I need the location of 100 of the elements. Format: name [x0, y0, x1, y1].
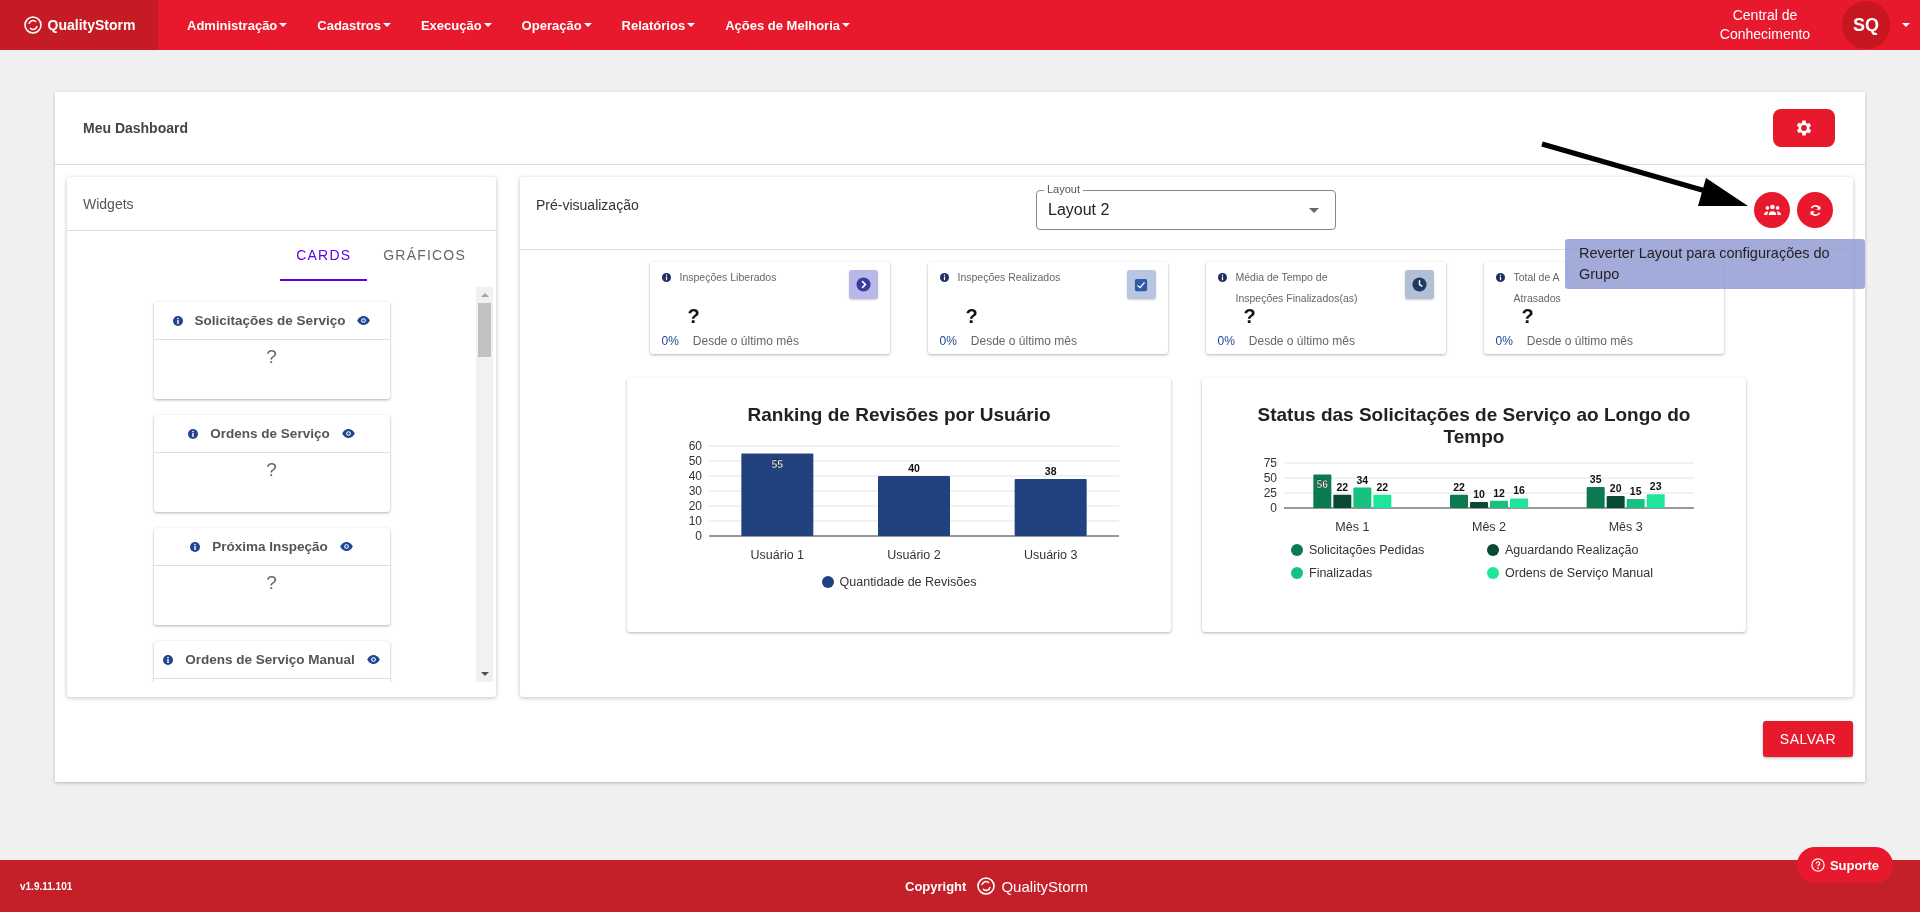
axis-tick: 20: [688, 499, 702, 513]
info-icon: [172, 315, 183, 326]
data-label: 35: [1589, 473, 1602, 485]
menu-item[interactable]: Cadastros: [302, 17, 406, 33]
bar: [878, 476, 950, 536]
panel-title: Widgets: [83, 195, 134, 212]
group-button[interactable]: [1754, 192, 1790, 228]
legend-label: Quantidade de Revisões: [839, 575, 977, 589]
widget-card[interactable]: Ordens de Serviço ?: [153, 415, 390, 512]
save-button[interactable]: SALVAR: [1762, 721, 1853, 757]
user-avatar[interactable]: SQ: [1842, 1, 1890, 49]
info-icon: [188, 428, 199, 439]
help-link[interactable]: Central de Conhecimento: [1710, 6, 1820, 44]
card-title: Inspeções Liberados: [679, 270, 777, 285]
change-percent: 0%: [661, 334, 679, 348]
data-label: 12: [1493, 486, 1505, 499]
eye-icon[interactable]: [341, 429, 355, 438]
menu-item[interactable]: Execução: [405, 17, 507, 33]
legend-label: Solicitações Pedidas: [1309, 543, 1425, 557]
data-label: 56: [1316, 478, 1329, 491]
axis-tick: 30: [688, 484, 702, 498]
version-label: v1.9.11.101: [20, 880, 74, 892]
menu-item[interactable]: Administração: [172, 17, 303, 33]
settings-icon: [1794, 118, 1814, 138]
category-label: Usuário 2: [887, 548, 941, 561]
bar: [1490, 500, 1508, 508]
change-note: Desde o último mês: [692, 334, 799, 348]
card-value: ?: [1243, 306, 1257, 326]
brand-logo[interactable]: QualityStorm: [0, 0, 158, 50]
data-label: 23: [1649, 480, 1662, 493]
data-label: 38: [1044, 465, 1057, 477]
tooltip: Reverter Layout para configurações do Grupo: [1565, 239, 1865, 289]
category-label: Mês 2: [1472, 520, 1506, 533]
info-icon: [661, 273, 671, 282]
menu-item[interactable]: Relatórios: [606, 17, 711, 33]
help-icon: [1810, 858, 1825, 872]
scrollbar[interactable]: [476, 287, 493, 682]
menu-item[interactable]: Ações de Melhoria: [710, 17, 866, 33]
data-label: 15: [1629, 485, 1642, 497]
info-icon: [1217, 273, 1227, 282]
axis-tick: 60: [688, 439, 702, 453]
widget-card[interactable]: Solicitações de Serviço ?: [153, 302, 390, 399]
category-label: Usuário 1: [750, 548, 805, 561]
chart-title: Status das Solicitações de Serviço ao Longo do Tempo: [1256, 404, 1692, 448]
scroll-thumb[interactable]: [478, 303, 491, 357]
axis-tick: 40: [688, 469, 702, 483]
info-icon: [190, 541, 201, 552]
card-title: Atrasados: [1513, 291, 1561, 306]
data-label: 22: [1336, 480, 1349, 493]
widget-value: ?: [266, 459, 277, 482]
card-title: Total de A: [1513, 270, 1560, 285]
refresh-icon: [1808, 203, 1822, 217]
change-percent: 0%: [1217, 334, 1235, 348]
category-label: Mês 1: [1335, 520, 1370, 533]
axis-tick: 50: [1263, 471, 1277, 485]
info-icon: [1495, 273, 1505, 282]
data-label: 20: [1609, 482, 1622, 494]
caret-icon: [687, 23, 696, 27]
eye-icon[interactable]: [366, 655, 380, 664]
axis-tick: 10: [688, 514, 702, 528]
data-label: 22: [1376, 480, 1389, 493]
widget-title: Ordens de Serviço Manual: [185, 652, 355, 667]
change-note: Desde o último mês: [1526, 334, 1633, 348]
bar: [1450, 494, 1468, 508]
tab[interactable]: GRÁFICOS: [367, 231, 482, 281]
chart-title: Ranking de Revisões por Usuário: [746, 404, 1052, 426]
caret-icon[interactable]: [1902, 23, 1910, 27]
scroll-down-icon[interactable]: [480, 672, 489, 676]
widget-card[interactable]: Ordens de Serviço Manual: [153, 641, 390, 682]
axis-tick: 0: [695, 529, 702, 543]
eye-icon[interactable]: [339, 542, 353, 551]
data-label: 55: [771, 457, 784, 470]
eye-icon[interactable]: [357, 316, 371, 325]
settings-button[interactable]: [1773, 109, 1835, 147]
change-note: Desde o último mês: [1248, 334, 1355, 348]
tab[interactable]: CARDS: [280, 231, 368, 281]
logo-icon: [976, 876, 997, 896]
card-title: Inspeções Realizados: [957, 270, 1061, 285]
page-title: Meu Dashboard: [83, 120, 188, 136]
panel-title: Pré-visualização: [536, 197, 640, 213]
change-percent: 0%: [1495, 334, 1513, 348]
category-label: Mês 3: [1608, 520, 1643, 533]
data-label: 22: [1453, 480, 1465, 493]
check-icon: [1126, 270, 1156, 299]
widget-card[interactable]: Próxima Inspeção ?: [153, 528, 390, 625]
legend-label: Aguardando Realização: [1505, 543, 1639, 557]
caret-icon: [483, 23, 492, 27]
change-percent: 0%: [939, 334, 957, 348]
logo-icon: [22, 15, 43, 35]
legend-label: Ordens de Serviço Manual: [1505, 566, 1653, 580]
axis-tick: 0: [1270, 501, 1277, 515]
clock-icon: [1404, 270, 1434, 299]
data-label: 16: [1513, 484, 1525, 497]
menu-item[interactable]: Operação: [506, 17, 607, 33]
support-button[interactable]: Suporte: [1796, 847, 1893, 883]
axis-tick: 50: [688, 454, 702, 468]
bar: [1470, 502, 1488, 508]
refresh-button[interactable]: [1797, 192, 1833, 228]
card-value: ?: [687, 306, 701, 326]
axis-tick: 25: [1263, 486, 1277, 500]
